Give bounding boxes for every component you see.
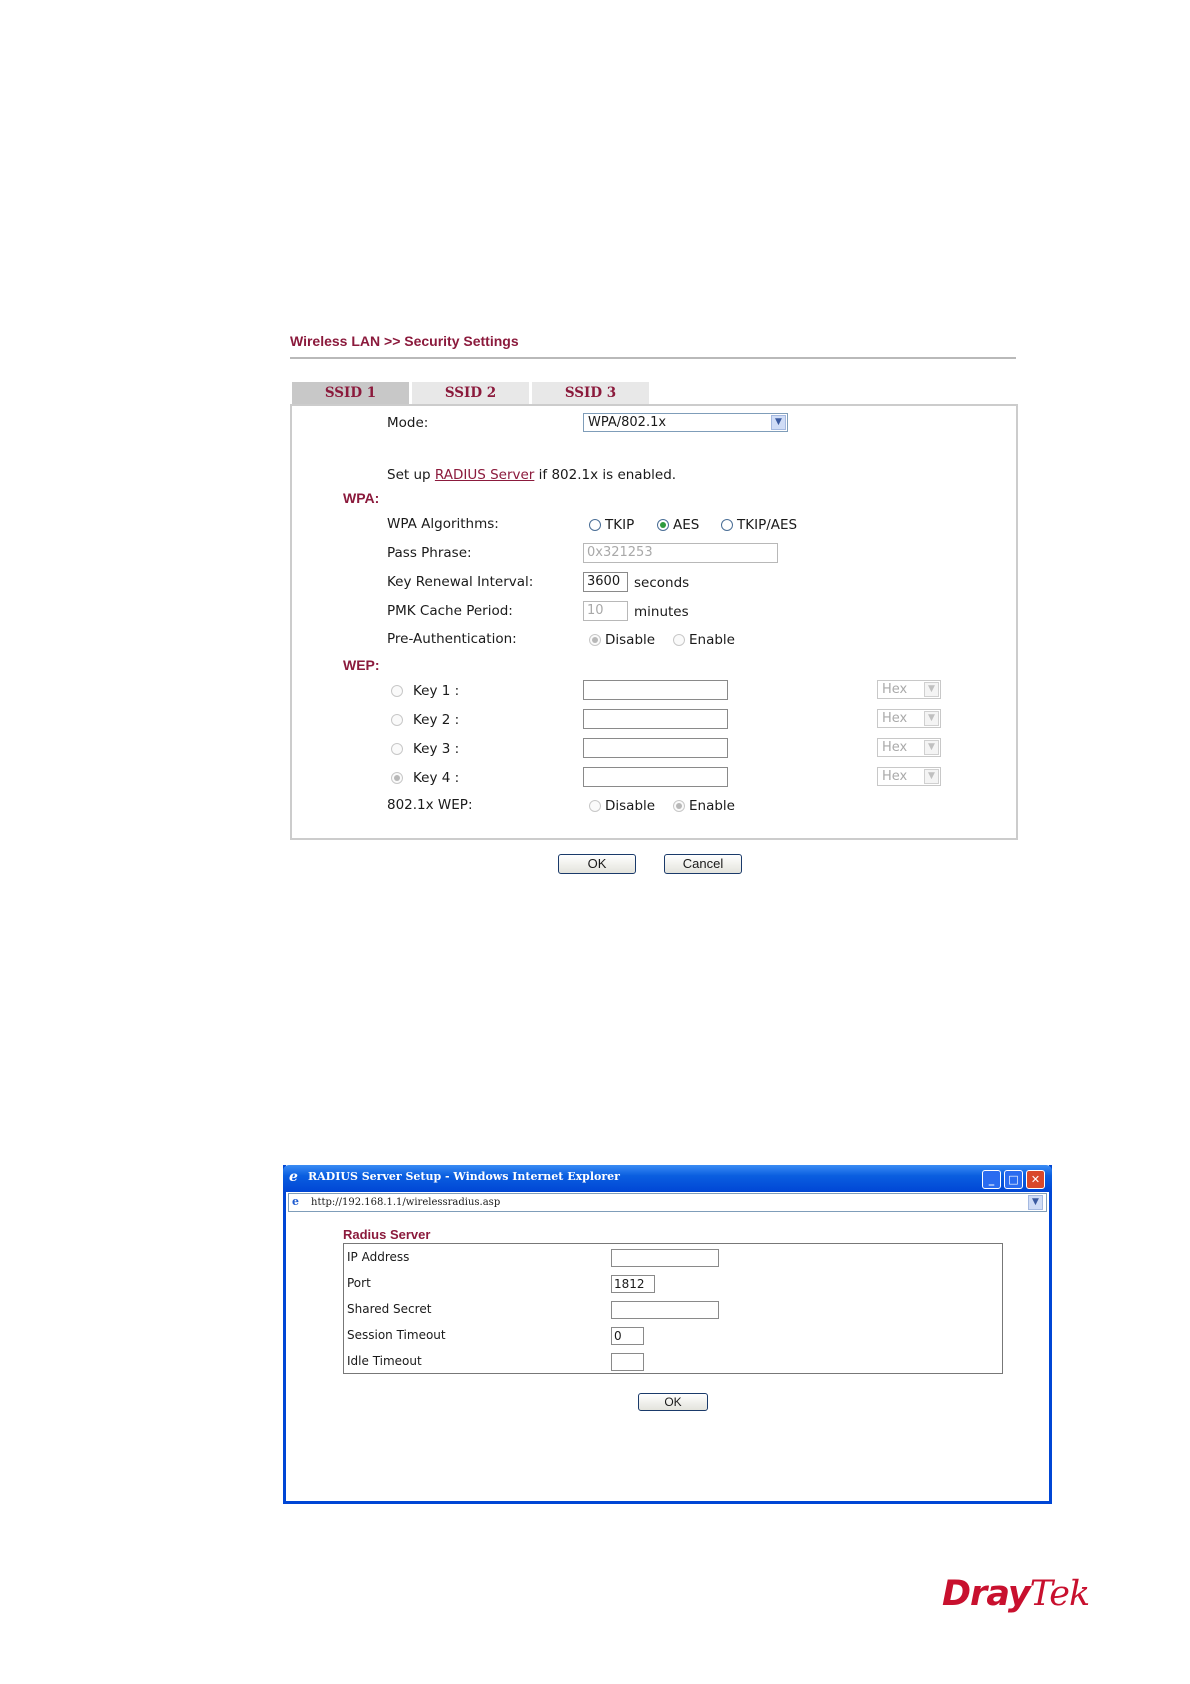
port-input[interactable]: 1812 xyxy=(611,1275,655,1293)
radio-aes-label: AES xyxy=(673,517,700,533)
radio-tkip-aes[interactable] xyxy=(721,519,733,531)
radio-wep-8021x-disable-label: Disable xyxy=(605,798,656,814)
key-4-format-value: Hex xyxy=(882,769,908,784)
radio-tkip-label: TKIP xyxy=(605,517,635,533)
shared-secret-label: Shared Secret xyxy=(347,1302,432,1316)
pass-phrase-input[interactable]: 0x321253 xyxy=(583,543,778,563)
chevron-down-icon: ▼ xyxy=(924,711,939,726)
radio-key-1[interactable] xyxy=(391,685,403,697)
session-timeout-label: Session Timeout xyxy=(347,1328,446,1342)
key-renewal-input[interactable]: 3600 xyxy=(583,572,628,592)
session-timeout-input[interactable]: 0 xyxy=(611,1327,644,1345)
tab-ssid-3[interactable]: SSID 3 xyxy=(532,382,650,404)
key-1-format-value: Hex xyxy=(882,682,908,697)
radio-key-2[interactable] xyxy=(391,714,403,726)
key-3-format-select[interactable]: Hex ▼ xyxy=(877,738,941,757)
logo-part1: Dray xyxy=(942,1574,1031,1614)
key-3-format-value: Hex xyxy=(882,740,908,755)
key-2-format-value: Hex xyxy=(882,711,908,726)
pre-auth-label: Pre-Authentication: xyxy=(387,631,517,647)
pmk-cache-unit: minutes xyxy=(634,604,689,620)
wpa-section-title: WPA: xyxy=(343,490,380,506)
key-4-format-select[interactable]: Hex ▼ xyxy=(877,767,941,786)
key-1-format-select[interactable]: Hex ▼ xyxy=(877,680,941,699)
key-3-input[interactable] xyxy=(583,738,728,758)
radio-tkip-aes-label: TKIP/AES xyxy=(737,517,798,533)
cancel-button[interactable]: Cancel xyxy=(664,854,742,874)
radio-tkip[interactable] xyxy=(589,519,601,531)
close-button[interactable]: ✕ xyxy=(1026,1170,1045,1189)
radius-note-prefix: Set up xyxy=(387,467,435,483)
radio-key-3[interactable] xyxy=(391,743,403,755)
radio-aes[interactable] xyxy=(657,519,669,531)
key-renewal-label: Key Renewal Interval: xyxy=(387,574,534,590)
page-icon: e xyxy=(292,1195,299,1208)
maximize-button[interactable]: □ xyxy=(1004,1170,1023,1189)
minimize-button[interactable]: _ xyxy=(982,1170,1001,1189)
ip-address-label: IP Address xyxy=(347,1250,410,1264)
chevron-down-icon: ▼ xyxy=(924,682,939,697)
ip-address-input[interactable] xyxy=(611,1249,719,1267)
tab-ssid-1[interactable]: SSID 1 xyxy=(292,382,410,404)
chevron-down-icon: ▼ xyxy=(924,740,939,755)
key-4-input[interactable] xyxy=(583,767,728,787)
radius-note: Set up RADIUS Server if 802.1x is enable… xyxy=(387,467,676,483)
maximize-icon: □ xyxy=(1008,1173,1019,1186)
breadcrumb: Wireless LAN >> Security Settings xyxy=(290,333,519,349)
radio-key-4[interactable] xyxy=(391,772,403,784)
close-icon: ✕ xyxy=(1030,1173,1041,1186)
popup-title: RADIUS Server Setup - Windows Internet E… xyxy=(308,1170,620,1183)
pmk-cache-label: PMK Cache Period: xyxy=(387,603,513,619)
key-1-input[interactable] xyxy=(583,680,728,700)
radio-pre-auth-enable-label: Enable xyxy=(689,632,735,648)
wep-8021x-label: 802.1x WEP: xyxy=(387,797,473,813)
mode-select-value: WPA/802.1x xyxy=(588,415,667,430)
port-label: Port xyxy=(347,1276,371,1290)
key-renewal-unit: seconds xyxy=(634,575,690,591)
popup-ok-button[interactable]: OK xyxy=(638,1393,708,1411)
idle-timeout-input[interactable] xyxy=(611,1353,644,1371)
address-bar[interactable]: http://192.168.1.1/wirelessradius.asp xyxy=(288,1193,1047,1212)
radio-wep-8021x-disable[interactable] xyxy=(589,800,601,812)
wep-section-title: WEP: xyxy=(343,657,380,673)
draytek-logo: DrayTek xyxy=(942,1574,1091,1614)
pass-phrase-label: Pass Phrase: xyxy=(387,545,472,561)
pmk-cache-input[interactable]: 10 xyxy=(583,601,628,621)
radio-pre-auth-disable[interactable] xyxy=(589,634,601,646)
radius-note-suffix: if 802.1x is enabled. xyxy=(534,467,677,483)
chevron-down-icon: ▼ xyxy=(924,769,939,784)
radio-pre-auth-enable[interactable] xyxy=(673,634,685,646)
chevron-down-icon: ▼ xyxy=(771,415,786,430)
key-4-label: Key 4 : xyxy=(413,770,460,786)
ie-logo-icon: e xyxy=(289,1169,298,1185)
radio-wep-8021x-enable[interactable] xyxy=(673,800,685,812)
title-divider xyxy=(290,357,1016,359)
minimize-icon: _ xyxy=(988,1173,995,1186)
radius-server-link[interactable]: RADIUS Server xyxy=(435,467,534,483)
logo-part2: Tek xyxy=(1029,1574,1091,1614)
key-1-label: Key 1 : xyxy=(413,683,460,699)
shared-secret-input[interactable] xyxy=(611,1301,719,1319)
key-2-input[interactable] xyxy=(583,709,728,729)
idle-timeout-label: Idle Timeout xyxy=(347,1354,422,1368)
key-3-label: Key 3 : xyxy=(413,741,460,757)
key-2-label: Key 2 : xyxy=(413,712,460,728)
radio-wep-8021x-enable-label: Enable xyxy=(689,798,735,814)
wpa-algorithms-label: WPA Algorithms: xyxy=(387,516,499,532)
radio-pre-auth-disable-label: Disable xyxy=(605,632,656,648)
mode-select[interactable]: WPA/802.1x ▼ xyxy=(583,413,788,432)
ok-button[interactable]: OK xyxy=(558,854,636,874)
tab-ssid-2[interactable]: SSID 2 xyxy=(412,382,530,404)
address-dropdown-icon[interactable]: ▼ xyxy=(1028,1195,1043,1210)
mode-label: Mode: xyxy=(387,415,429,431)
radius-section-title: Radius Server xyxy=(343,1227,431,1242)
key-2-format-select[interactable]: Hex ▼ xyxy=(877,709,941,728)
